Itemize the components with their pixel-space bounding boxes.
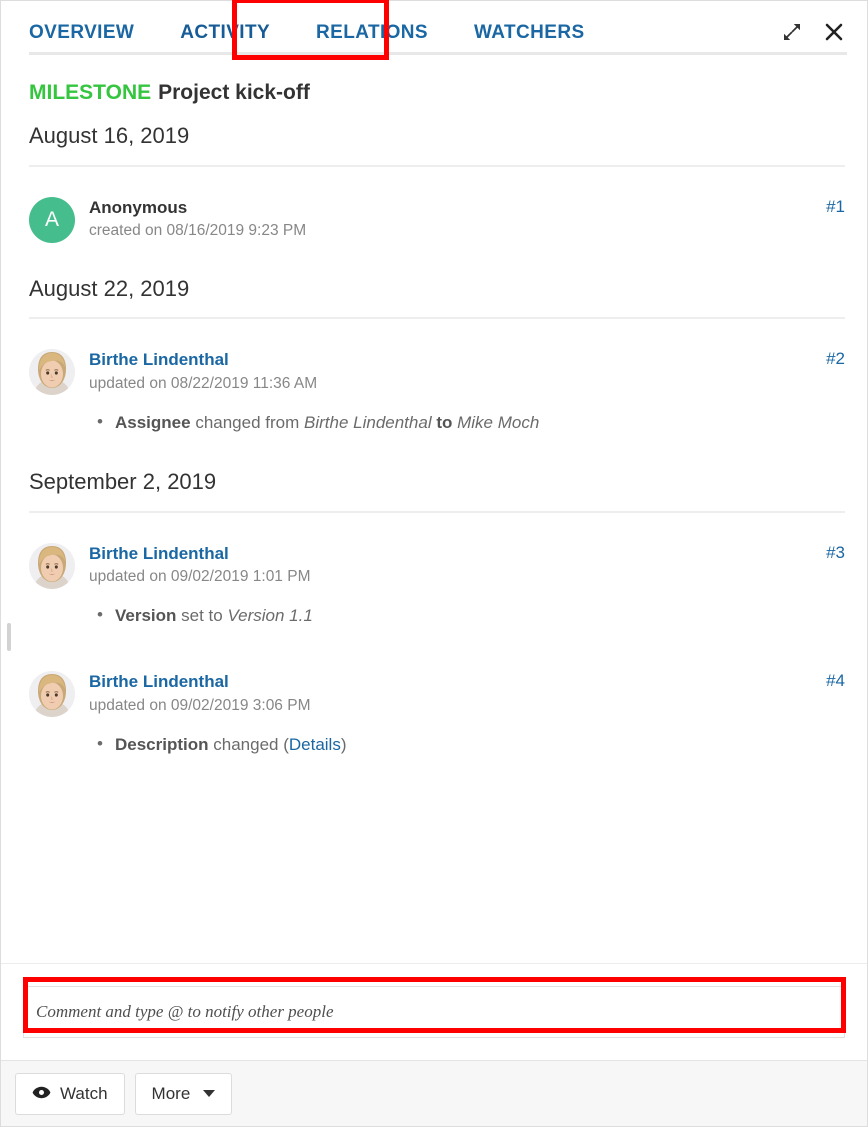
change-value: Version 1.1 <box>227 606 313 626</box>
close-x-icon[interactable] <box>819 17 849 47</box>
scrollbar-thumb[interactable] <box>7 623 11 651</box>
activity-change-list: Version set to Version 1.1 <box>89 602 845 629</box>
activity-change-item: Assignee changed from Birthe Lindenthal … <box>97 409 845 436</box>
activity-date-heading: September 2, 2019 <box>29 468 845 513</box>
change-text: set to <box>176 606 228 626</box>
avatar: A <box>29 196 75 243</box>
change-field-name: Description <box>115 734 209 754</box>
activity-change-list: Assignee changed from Birthe Lindenthal … <box>89 409 845 436</box>
activity-user-name[interactable]: Birthe Lindenthal <box>89 543 229 564</box>
work-package-subject: Project kick-off <box>158 81 310 104</box>
expand-diagonal-arrows-icon[interactable] <box>777 17 807 47</box>
activity-entry: Birthe Lindenthal #2 updated on 08/22/2019… <box>29 319 845 448</box>
change-field-name: to <box>436 412 453 432</box>
activity-timestamp: updated on 08/22/2019 11:36 AM <box>89 374 318 392</box>
comment-placeholder-text: Comment and type @ to notify other peopl… <box>36 1002 334 1021</box>
caret-down-icon <box>203 1090 216 1097</box>
tab-relations[interactable]: RELATIONS <box>316 23 428 42</box>
activity-entry-body: Anonymous #1 created on 08/16/2019 9:23 PM <box>89 197 845 243</box>
more-button[interactable]: More <box>134 1072 233 1115</box>
activity-scroll-area[interactable]: MILESTONE Project kick-off August 16, 201… <box>1 63 867 963</box>
watch-button-label: Watch <box>60 1083 108 1103</box>
activity-entry: Birthe Lindenthal #3 updated on 09/02/2019… <box>29 513 845 642</box>
activity-user-name: Anonymous <box>89 197 188 217</box>
activity-change-item: Description changed (Details) <box>97 731 845 758</box>
activity-entry-header: Birthe Lindenthal #4 <box>89 671 845 692</box>
activity-entry-number[interactable]: #4 <box>814 671 845 691</box>
activity-entry: Birthe Lindenthal #4 updated on 09/02/2019… <box>29 641 845 770</box>
avatar <box>29 542 75 589</box>
activity-entry-body: Birthe Lindenthal #2 updated on 08/22/2019… <box>89 349 845 436</box>
change-text: ) <box>340 734 347 754</box>
activity-timestamp: updated on 09/02/2019 3:06 PM <box>89 696 311 714</box>
change-field-name: Version <box>115 606 177 626</box>
activity-entry-body: Birthe Lindenthal #4 updated on 09/02/2019… <box>89 671 845 758</box>
more-button-label: More <box>151 1083 191 1103</box>
activity-entry-number[interactable]: #1 <box>814 197 845 217</box>
activity-date-heading: August 22, 2019 <box>29 275 845 320</box>
comment-area: Comment and type @ to notify other peopl… <box>1 963 867 1060</box>
activity-entry-header: Birthe Lindenthal #2 <box>89 349 845 370</box>
change-value: Birthe Lindenthal <box>304 412 432 432</box>
comment-input[interactable]: Comment and type @ to notify other peopl… <box>23 986 845 1038</box>
activity-change-item: Version set to Version 1.1 <box>97 602 845 629</box>
activity-date-heading: August 16, 2019 <box>29 122 845 167</box>
activity-change-list: Description changed (Details) <box>89 731 845 758</box>
tab-bar: OVERVIEW ACTIVITY RELATIONS WATCHERS <box>1 1 867 63</box>
avatar <box>29 671 75 718</box>
page-title: MILESTONE Project kick-off <box>29 80 845 105</box>
change-text: changed ( <box>208 734 289 754</box>
watch-button[interactable]: Watch <box>15 1072 125 1115</box>
activity-entry: A Anonymous #1 created on 08/16/2019 9:23 P… <box>29 167 845 255</box>
activity-entry-header: Anonymous #1 <box>89 197 845 218</box>
activity-timestamp: updated on 09/02/2019 1:01 PM <box>89 567 311 585</box>
tab-activity[interactable]: ACTIVITY <box>180 23 270 42</box>
activity-group-list: August 16, 2019 A Anonymous #1 created on 08… <box>29 122 845 770</box>
eye-icon <box>32 1084 51 1104</box>
change-value: Mike Moch <box>457 412 540 432</box>
activity-user-name[interactable]: Birthe Lindenthal <box>89 349 229 370</box>
change-field-name: Assignee <box>115 412 191 432</box>
activity-entry-number[interactable]: #2 <box>814 349 845 369</box>
details-link[interactable]: Details <box>289 735 341 754</box>
tab-watchers[interactable]: WATCHERS <box>474 23 585 42</box>
activity-entry-header: Birthe Lindenthal #3 <box>89 543 845 564</box>
activity-entry-body: Birthe Lindenthal #3 updated on 09/02/2019… <box>89 543 845 630</box>
work-package-details-panel: OVERVIEW ACTIVITY RELATIONS WATCHERS MIL… <box>0 0 868 1127</box>
tab-overview[interactable]: OVERVIEW <box>29 23 134 42</box>
avatar <box>29 349 75 396</box>
change-text: changed from <box>190 412 304 432</box>
activity-user-name[interactable]: Birthe Lindenthal <box>89 671 229 692</box>
activity-timestamp: created on 08/16/2019 9:23 PM <box>89 222 307 240</box>
details-footer-toolbar: Watch More <box>1 1060 867 1126</box>
work-package-type-badge: MILESTONE <box>29 81 152 104</box>
activity-entry-number[interactable]: #3 <box>814 543 845 563</box>
